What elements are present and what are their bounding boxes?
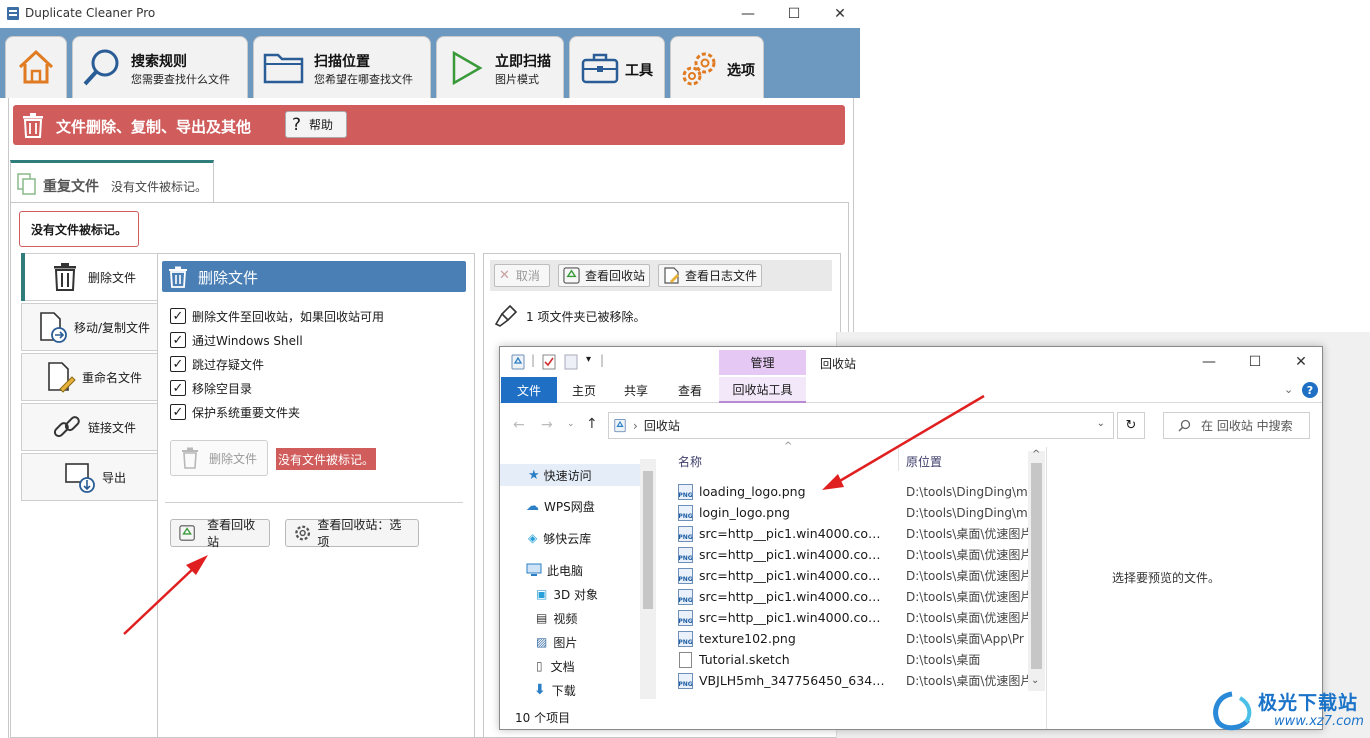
watermark-url: www.xz7.com — [1274, 714, 1364, 729]
arrow-to-file-list — [837, 394, 985, 484]
annotation-arrows — [123, 394, 985, 635]
arrow-to-view-recycle — [123, 565, 197, 635]
watermark-text: 极光下载站 — [1258, 692, 1359, 714]
watermark-logo-icon — [1213, 691, 1252, 731]
watermark: 极光下载站 www.xz7.com — [1208, 688, 1366, 734]
